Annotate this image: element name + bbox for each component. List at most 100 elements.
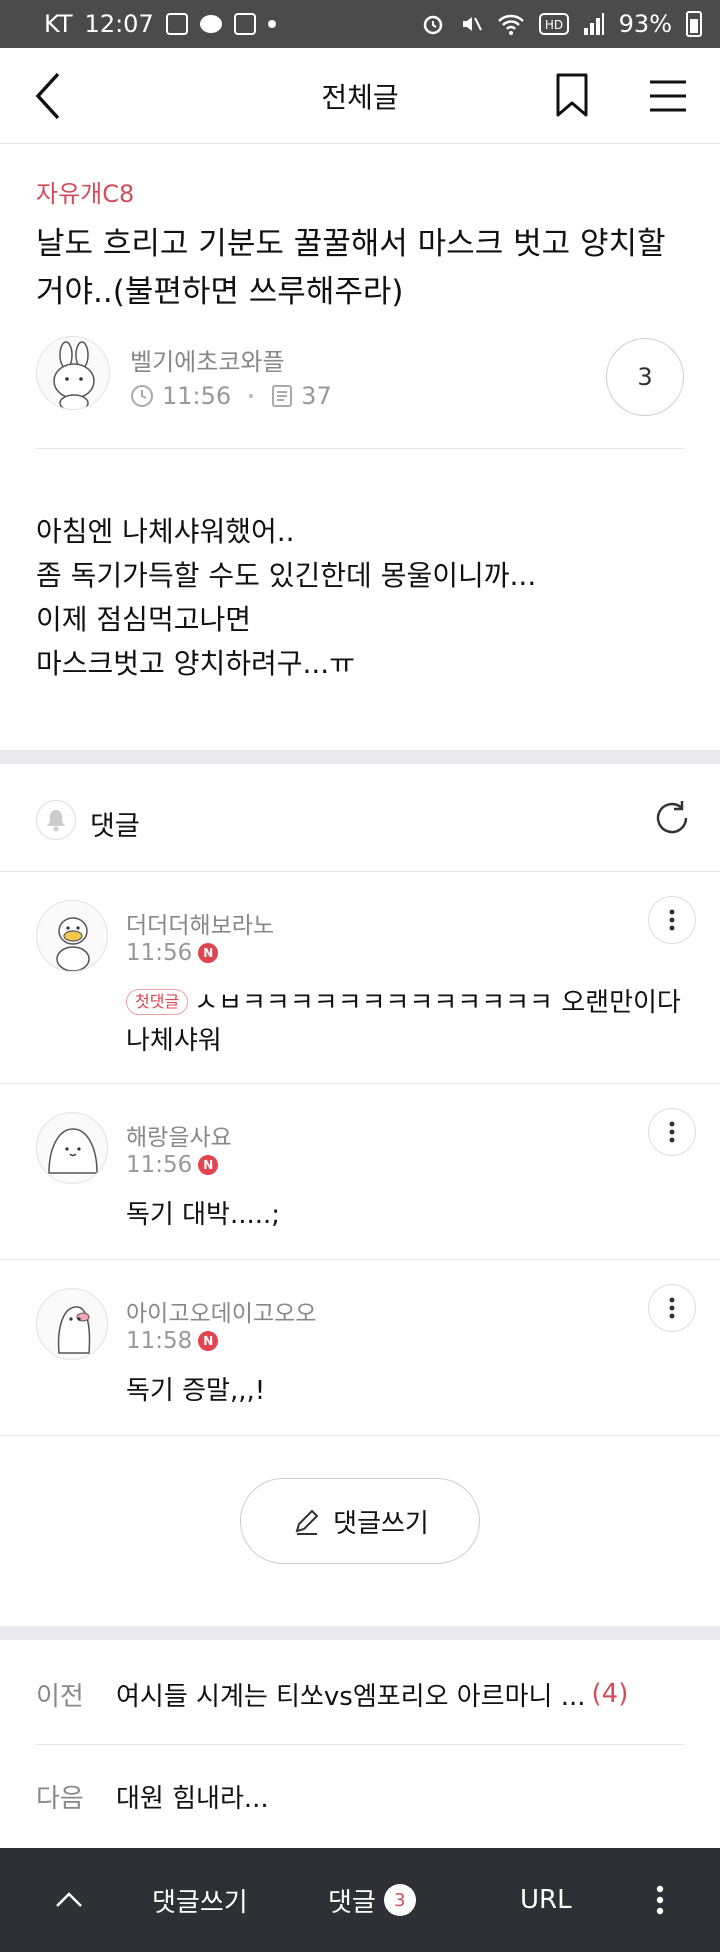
more-vertical-icon <box>669 1297 675 1319</box>
bottom-toolbar: 댓글쓰기 댓글 3 URL <box>0 1848 720 1952</box>
body-line: 이제 점심먹고나면 <box>36 603 251 636</box>
comment-time: 11:58 N <box>126 1328 219 1354</box>
post-body: 아침엔 나체샤워했어.. 좀 독기가득할 수도 있긴한데 몽울이니까... 이제… <box>36 510 536 686</box>
board-category-link[interactable]: 자유개C8 <box>36 174 134 209</box>
comment-time-text: 11:56 <box>126 1152 193 1178</box>
comment-more-button[interactable] <box>648 1284 696 1332</box>
battery-icon <box>686 11 702 37</box>
next-label: 다음 <box>36 1783 84 1814</box>
author-avatar[interactable] <box>36 336 110 410</box>
copy-url-button[interactable]: URL <box>520 1848 572 1952</box>
penguin-avatar-icon <box>57 1306 91 1354</box>
views-icon <box>272 385 293 407</box>
comment-text: 첫댓글 ㅅㅂㅋㅋㅋㅋㅋㅋㅋㅋㅋㅋㅋㅋㅋ 오랜만이다 나체샤워 <box>126 984 686 1060</box>
commenter-avatar[interactable] <box>36 1112 108 1184</box>
bottom-more-button[interactable] <box>656 1848 664 1952</box>
prev-label: 이전 <box>36 1681 84 1712</box>
notification-toggle[interactable] <box>36 800 76 840</box>
more-vertical-icon <box>656 1885 664 1915</box>
bottom-comments-label: 댓글 <box>328 1887 376 1918</box>
more-notifications-icon <box>267 20 276 28</box>
app-header: 전체글 <box>0 48 720 144</box>
signal-icon <box>583 13 604 35</box>
wifi-icon <box>497 14 524 35</box>
comments-label: 댓글 <box>90 811 140 842</box>
divider <box>36 448 684 449</box>
prev-post-title: 여시들 시계는 티쏘vs엠포리오 아르마니 ... <box>116 1681 586 1712</box>
commenter-avatar[interactable] <box>36 900 108 972</box>
commenter-name[interactable]: 더더더해보라노 <box>126 906 274 940</box>
back-arrow-icon[interactable] <box>30 70 70 122</box>
body-line: 아침엔 나체샤워했어.. <box>36 515 295 548</box>
url-label: URL <box>520 1885 572 1915</box>
new-badge: N <box>198 943 219 963</box>
hamburger-menu-icon[interactable] <box>648 76 688 116</box>
chat-notification-icon <box>199 15 222 33</box>
comment-time: 11:56 N <box>126 1152 219 1178</box>
bottom-write-comment-button[interactable]: 댓글쓰기 <box>152 1848 248 1952</box>
comments-header: 댓글 <box>0 764 720 872</box>
first-comment-badge: 첫댓글 <box>126 989 189 1015</box>
post-time: 11:56 <box>162 382 232 410</box>
pencil-icon <box>295 1509 319 1535</box>
hd-icon: HD <box>538 13 569 35</box>
bottom-comments-button[interactable]: 댓글 3 <box>328 1848 416 1952</box>
section-divider <box>0 750 720 764</box>
comment-count-button[interactable]: 3 <box>606 338 684 416</box>
commenter-avatar[interactable] <box>36 1288 108 1360</box>
comment-item: 아이고오데이고오오 11:58 N 독기 증말,,,! <box>0 1260 720 1436</box>
svg-text:HD: HD <box>545 18 563 32</box>
more-vertical-icon <box>669 1121 675 1143</box>
new-badge: N <box>198 1331 219 1351</box>
status-bar: KT 12:07 HD 93% <box>0 0 720 48</box>
chevron-up-icon <box>56 1892 82 1907</box>
comment-text: 독기 증말,,,! <box>126 1376 266 1406</box>
view-count: 37 <box>301 382 332 410</box>
comment-item: 더더더해보라노 11:56 N 첫댓글 ㅅㅂㅋㅋㅋㅋㅋㅋㅋㅋㅋㅋㅋㅋㅋ 오랜만이다… <box>0 872 720 1084</box>
comments-count-badge: 3 <box>383 1884 416 1916</box>
body-line: 좀 독기가득할 수도 있긴한데 몽울이니까... <box>36 559 537 592</box>
comment-body: ㅅㅂㅋㅋㅋㅋㅋㅋㅋㅋㅋㅋㅋㅋㅋ 오랜만이다 나체샤워 <box>126 988 681 1056</box>
gallery-notification-icon <box>165 13 188 35</box>
write-comment-label: 댓글쓰기 <box>333 1508 429 1539</box>
prev-post-link[interactable]: 이전 여시들 시계는 티쏘vs엠포리오 아르마니 ... (4) <box>36 1644 684 1744</box>
next-post-title: 대원 힘내라... <box>116 1783 269 1814</box>
body-line: 마스크벗고 양치하려구...ㅠ <box>36 647 355 680</box>
more-vertical-icon <box>669 909 675 931</box>
bottom-write-label: 댓글쓰기 <box>152 1887 248 1918</box>
new-badge: N <box>198 1155 219 1175</box>
section-divider <box>0 1626 720 1640</box>
carrier-label: KT <box>44 10 73 38</box>
commenter-name[interactable]: 아이고오데이고오오 <box>126 1294 316 1328</box>
comment-text: 독기 대박.....; <box>126 1200 281 1230</box>
next-post-link[interactable]: 다음 대원 힘내라... <box>36 1746 684 1846</box>
search-notification-icon <box>233 13 256 35</box>
author-name[interactable]: 벨기에초코와플 <box>130 342 285 377</box>
commenter-name[interactable]: 해랑을사요 <box>126 1118 232 1152</box>
divider <box>36 1744 684 1745</box>
comment-item: 해랑을사요 11:56 N 독기 대박.....; <box>0 1084 720 1260</box>
comment-time: 11:56 N <box>126 940 219 966</box>
rabbit-avatar-icon <box>53 341 95 409</box>
meta-separator <box>249 394 254 398</box>
bell-icon <box>47 810 65 832</box>
blob-avatar-icon <box>48 1128 98 1174</box>
duck-avatar-icon <box>56 917 90 971</box>
mute-icon <box>462 17 482 31</box>
clock-icon <box>131 385 153 407</box>
page-title: 전체글 <box>321 80 399 114</box>
prev-post-comment-count: (4) <box>591 1679 629 1709</box>
post-title: 날도 흐리고 기분도 꿀꿀해서 마스크 벗고 양치할거야..(불편하면 쓰루해주… <box>36 226 666 310</box>
write-comment-button[interactable]: 댓글쓰기 <box>240 1478 480 1564</box>
post-meta: 11:56 37 <box>130 382 332 410</box>
scroll-top-button[interactable] <box>54 1848 84 1952</box>
comment-more-button[interactable] <box>648 896 696 944</box>
comment-time-text: 11:56 <box>126 940 193 966</box>
alarm-icon <box>423 15 442 35</box>
clock-label: 12:07 <box>84 10 154 38</box>
comment-more-button[interactable] <box>648 1108 696 1156</box>
comment-time-text: 11:58 <box>126 1328 193 1354</box>
refresh-icon[interactable] <box>652 798 692 838</box>
bookmark-icon[interactable] <box>554 72 590 118</box>
battery-percent: 93% <box>618 10 672 38</box>
